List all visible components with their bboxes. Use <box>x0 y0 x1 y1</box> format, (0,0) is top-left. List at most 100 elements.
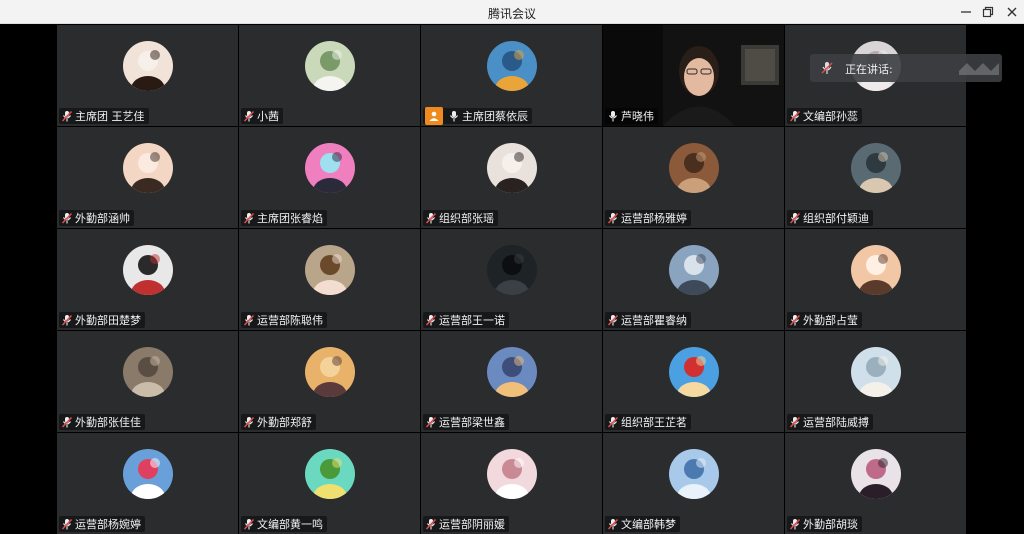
mic-muted-icon <box>61 212 73 224</box>
participant-tile[interactable]: 运营部阴丽媛 <box>421 433 602 534</box>
participant-name: 运营部梁世鑫 <box>439 416 505 429</box>
avatar <box>305 41 355 91</box>
mic-muted-icon <box>821 62 833 74</box>
participant-tile[interactable]: 运营部王一诺 <box>421 229 602 330</box>
avatar <box>305 449 355 499</box>
mic-muted-icon <box>425 212 437 224</box>
participant-tile[interactable]: 小茜 <box>239 25 420 126</box>
participant-tile[interactable]: 组织部付颖迪 <box>785 127 966 228</box>
participant-name: 运营部王一诺 <box>439 314 505 327</box>
participant-tile[interactable]: 运营部陆威搏 <box>785 331 966 432</box>
participant-grid: 主席团 王艺佳 小茜 主席团蔡依辰 芦晓伟 文编部孙蕊 外勤部涵帅 主席团张睿焰 组织部张瑶运… <box>57 25 967 534</box>
avatar <box>123 449 173 499</box>
participant-namebar: 外勤部田楚梦 <box>59 312 145 328</box>
speaking-label: 正在讲话: <box>845 63 893 76</box>
participant-namebar: 主席团 王艺佳 <box>59 108 149 124</box>
mic-muted-icon <box>61 314 73 326</box>
avatar <box>487 41 537 91</box>
window-titlebar: 腾讯会议 <box>0 0 1024 24</box>
minimize-button[interactable] <box>956 3 976 21</box>
participant-namebar: 外勤部胡琰 <box>787 516 862 532</box>
participant-namebar: 小茜 <box>241 108 283 124</box>
avatar <box>851 245 901 295</box>
participant-name: 主席团蔡依辰 <box>462 110 528 123</box>
participant-tile[interactable]: 文编部黄一鸣 <box>239 433 420 534</box>
participant-name: 外勤部胡琰 <box>803 518 858 531</box>
participant-name: 外勤部涵帅 <box>75 212 130 225</box>
participant-tile[interactable]: 文编部韩梦 <box>603 433 784 534</box>
participant-namebar: 外勤部涵帅 <box>59 210 134 226</box>
speaker-avatar-placeholder <box>959 63 999 75</box>
close-icon <box>1007 7 1017 17</box>
mic-muted-icon <box>243 416 255 428</box>
participant-tile[interactable]: 运营部杨婉婷 <box>57 433 238 534</box>
participant-tile[interactable]: 芦晓伟 <box>603 25 784 126</box>
avatar <box>851 143 901 193</box>
participant-namebar: 芦晓伟 <box>605 108 658 124</box>
participant-name: 运营部瞿睿纳 <box>621 314 687 327</box>
participant-tile[interactable]: 外勤部胡琰 <box>785 433 966 534</box>
participant-tile[interactable]: 组织部王芷茗 <box>603 331 784 432</box>
participant-tile[interactable]: 运营部梁世鑫 <box>421 331 602 432</box>
participant-name: 运营部杨雅婷 <box>621 212 687 225</box>
avatar <box>851 449 901 499</box>
participant-tile[interactable]: 外勤部田楚梦 <box>57 229 238 330</box>
participant-name: 外勤部郑舒 <box>257 416 312 429</box>
participant-namebar: 运营部杨婉婷 <box>59 516 145 532</box>
mic-muted-icon <box>607 212 619 224</box>
participant-tile[interactable]: 外勤部占莹 <box>785 229 966 330</box>
mic-muted-icon <box>789 110 801 122</box>
mic-muted-icon <box>61 518 73 530</box>
avatar <box>123 41 173 91</box>
participant-tile[interactable]: 组织部张瑶 <box>421 127 602 228</box>
participant-tile[interactable]: 运营部瞿睿纳 <box>603 229 784 330</box>
participant-name: 运营部阴丽媛 <box>439 518 505 531</box>
avatar <box>487 143 537 193</box>
participant-namebar: 外勤部占莹 <box>787 312 862 328</box>
close-button[interactable] <box>1002 3 1022 21</box>
avatar <box>669 347 719 397</box>
avatar <box>669 449 719 499</box>
participant-namebar: 运营部王一诺 <box>423 312 509 328</box>
participant-tile[interactable]: 运营部陈聪伟 <box>239 229 420 330</box>
participant-namebar: 组织部张瑶 <box>423 210 498 226</box>
participant-tile[interactable]: 主席团蔡依辰 <box>421 25 602 126</box>
mic-muted-icon <box>789 416 801 428</box>
mic-muted-icon <box>425 518 437 530</box>
minimize-icon <box>961 11 971 13</box>
participant-namebar: 文编部孙蕊 <box>787 108 862 124</box>
participant-tile[interactable]: 运营部杨雅婷 <box>603 127 784 228</box>
avatar <box>487 347 537 397</box>
participant-tile[interactable]: 外勤部涵帅 <box>57 127 238 228</box>
window-title: 腾讯会议 <box>487 7 536 21</box>
participant-namebar: 主席团张睿焰 <box>241 210 327 226</box>
avatar <box>123 347 173 397</box>
restore-icon <box>982 6 994 18</box>
participant-tile[interactable]: 外勤部张佳佳 <box>57 331 238 432</box>
participant-name: 组织部张瑶 <box>439 212 494 225</box>
mic-icon <box>450 111 458 122</box>
avatar <box>669 143 719 193</box>
avatar <box>123 245 173 295</box>
avatar <box>669 245 719 295</box>
restore-button[interactable] <box>978 3 998 21</box>
participant-namebar: 组织部付颖迪 <box>787 210 873 226</box>
participant-namebar: 组织部王芷茗 <box>605 414 691 430</box>
participant-name: 运营部陈聪伟 <box>257 314 323 327</box>
participant-tile[interactable]: 外勤部郑舒 <box>239 331 420 432</box>
avatar <box>305 347 355 397</box>
participant-name: 运营部陆威搏 <box>803 416 869 429</box>
mic-muted-icon <box>607 518 619 530</box>
participant-tile[interactable]: 主席团张睿焰 <box>239 127 420 228</box>
participant-tile[interactable]: 主席团 王艺佳 <box>57 25 238 126</box>
participant-name: 外勤部张佳佳 <box>75 416 141 429</box>
mic-muted-icon <box>607 314 619 326</box>
mic-muted-icon <box>425 314 437 326</box>
participant-namebar: 主席团蔡依辰 <box>423 107 532 125</box>
participant-namebar: 运营部陆威搏 <box>787 414 873 430</box>
mic-muted-icon <box>425 416 437 428</box>
participant-name: 芦晓伟 <box>621 110 654 123</box>
mic-muted-icon <box>243 518 255 530</box>
participant-namebar: 运营部杨雅婷 <box>605 210 691 226</box>
participant-name: 小茜 <box>257 110 279 123</box>
